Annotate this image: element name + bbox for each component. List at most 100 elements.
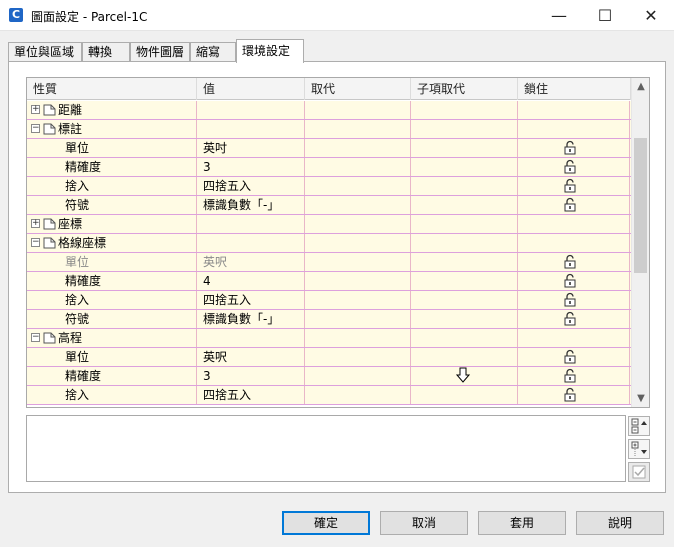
expand-all-icon <box>631 441 647 456</box>
property-row[interactable]: 單位 英呎 <box>27 253 631 272</box>
lock-cell <box>518 120 630 138</box>
expand-toggle-icon[interactable]: + <box>31 219 40 228</box>
lock-icon[interactable] <box>564 159 576 174</box>
override-cell <box>305 158 411 176</box>
value-cell <box>197 101 305 119</box>
value-cell[interactable]: 4 <box>197 272 305 290</box>
column-header-override[interactable]: 取代 <box>305 78 411 100</box>
expand-toggle-icon[interactable]: + <box>31 105 40 114</box>
property-cell: 單位 <box>27 253 197 271</box>
property-row[interactable]: 精確度 4 <box>27 272 631 291</box>
override-cell <box>305 367 411 385</box>
override-cell <box>305 272 411 290</box>
group-label: 座標 <box>58 217 83 231</box>
lock-icon[interactable] <box>564 311 576 326</box>
lock-cell <box>518 329 630 347</box>
property-row[interactable]: 符號 標識負數「-」 <box>27 310 631 329</box>
lock-icon[interactable] <box>564 273 576 288</box>
checklist-button[interactable] <box>628 462 650 482</box>
collapse-toggle-icon[interactable]: − <box>31 238 40 247</box>
property-row[interactable]: 精確度 3 <box>27 158 631 177</box>
lock-icon[interactable] <box>564 387 576 402</box>
value-cell[interactable]: 標識負數「-」 <box>197 310 305 328</box>
lock-cell <box>518 272 630 290</box>
value-cell[interactable]: 四捨五入 <box>197 291 305 309</box>
column-header-child-override[interactable]: 子項取代 <box>411 78 518 100</box>
column-header-property[interactable]: 性質 <box>27 78 197 100</box>
value-cell <box>197 120 305 138</box>
override-cell <box>305 234 411 252</box>
close-button[interactable]: ✕ <box>628 0 674 31</box>
property-row[interactable]: 精確度 3 <box>27 367 631 386</box>
value-cell[interactable]: 英呎 <box>197 253 305 271</box>
tab-units-zone[interactable]: 單位與區域 <box>8 42 82 62</box>
tab-object-layers[interactable]: 物件圖層 <box>130 42 190 62</box>
collapse-toggle-icon[interactable]: − <box>31 333 40 342</box>
value-cell[interactable]: 3 <box>197 367 305 385</box>
override-cell <box>305 120 411 138</box>
lock-cell <box>518 367 630 385</box>
value-cell[interactable]: 英吋 <box>197 139 305 157</box>
lock-icon[interactable] <box>564 140 576 155</box>
maximize-button[interactable]: ☐ <box>582 0 628 31</box>
property-row[interactable]: 捨入 四捨五入 <box>27 386 631 405</box>
lock-cell <box>518 139 630 157</box>
property-row[interactable]: 單位 英吋 <box>27 139 631 158</box>
tab-ambient-settings[interactable]: 環境設定 <box>236 39 304 63</box>
group-label: 距離 <box>58 103 83 117</box>
value-cell[interactable]: 標識負數「-」 <box>197 196 305 214</box>
override-cell <box>305 215 411 233</box>
group-row[interactable]: − 高程 <box>27 329 631 348</box>
group-row[interactable]: − 格線座標 <box>27 234 631 253</box>
lock-cell <box>518 348 630 366</box>
group-row[interactable]: + 座標 <box>27 215 631 234</box>
value-cell[interactable]: 3 <box>197 158 305 176</box>
property-row[interactable]: 符號 標識負數「-」 <box>27 196 631 215</box>
collapse-toggle-icon[interactable]: − <box>31 124 40 133</box>
scroll-down-icon[interactable]: ▼ <box>632 390 649 407</box>
group-row[interactable]: − 標註 <box>27 120 631 139</box>
override-cell <box>305 348 411 366</box>
scroll-up-icon[interactable]: ▲ <box>632 78 649 95</box>
window-title: 圖面設定 - Parcel-1C <box>31 10 148 24</box>
column-header-value[interactable]: 值 <box>197 78 305 100</box>
lock-icon[interactable] <box>564 197 576 212</box>
property-label: 精確度 <box>65 160 102 174</box>
property-row[interactable]: 單位 英呎 <box>27 348 631 367</box>
cancel-button[interactable]: 取消 <box>380 511 468 535</box>
vertical-scrollbar[interactable]: ▲ ▼ <box>631 78 649 407</box>
property-row[interactable]: 捨入 四捨五入 <box>27 177 631 196</box>
lock-cell <box>518 177 630 195</box>
column-header-lock[interactable]: 鎖住 <box>518 78 631 100</box>
group-row[interactable]: + 距離 <box>27 101 631 120</box>
lock-icon[interactable] <box>564 178 576 193</box>
override-cell <box>305 386 411 404</box>
value-cell[interactable]: 四捨五入 <box>197 386 305 404</box>
tab-transformation[interactable]: 轉換 <box>82 42 130 62</box>
apply-button[interactable]: 套用 <box>478 511 566 535</box>
ok-button[interactable]: 確定 <box>282 511 370 535</box>
value-cell[interactable]: 四捨五入 <box>197 177 305 195</box>
collapse-all-icon <box>631 418 647 434</box>
property-row[interactable]: 捨入 四捨五入 <box>27 291 631 310</box>
lock-icon[interactable] <box>564 349 576 364</box>
expand-all-button[interactable] <box>628 439 650 459</box>
lock-cell <box>518 215 630 233</box>
property-label: 單位 <box>65 141 90 155</box>
lock-cell <box>518 386 630 404</box>
help-button[interactable]: 說明 <box>576 511 664 535</box>
lock-icon[interactable] <box>564 254 576 269</box>
lock-icon[interactable] <box>564 368 576 383</box>
minimize-button[interactable]: — <box>536 0 582 31</box>
child-override-cell <box>411 310 518 328</box>
lock-cell <box>518 253 630 271</box>
value-cell[interactable]: 英呎 <box>197 348 305 366</box>
collapse-all-button[interactable] <box>628 416 650 436</box>
lock-cell <box>518 101 630 119</box>
document-icon <box>43 331 56 344</box>
lock-icon[interactable] <box>564 292 576 307</box>
scroll-thumb[interactable] <box>634 138 647 273</box>
lock-cell <box>518 310 630 328</box>
tab-abbreviations[interactable]: 縮寫 <box>190 42 236 62</box>
value-cell <box>197 234 305 252</box>
